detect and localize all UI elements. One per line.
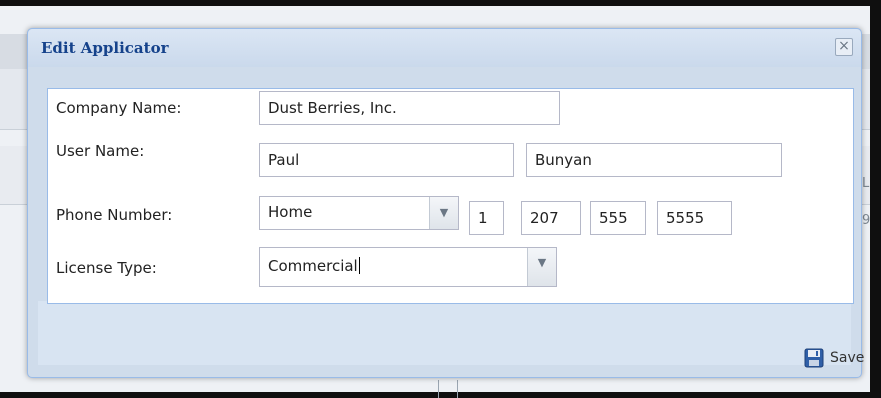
company-name-value: Dust Berries, Inc. xyxy=(268,99,397,117)
phone-country-code-input[interactable]: 1 xyxy=(469,201,504,235)
dialog-footer xyxy=(38,301,851,365)
phone-area-code-value: 207 xyxy=(530,209,559,227)
user-name-label: User Name: xyxy=(56,142,145,160)
company-name-label: Company Name: xyxy=(56,99,182,117)
phone-number-label: Phone Number: xyxy=(56,206,173,224)
background-text-fragment: L xyxy=(862,176,870,191)
phone-type-select[interactable]: Home ▼ xyxy=(259,196,459,230)
first-name-value: Paul xyxy=(268,151,300,169)
last-name-value: Bunyan xyxy=(535,151,592,169)
save-button[interactable]: Save xyxy=(804,347,864,369)
floppy-disk-icon xyxy=(804,348,824,368)
dialog-titlebar[interactable]: Edit Applicator × xyxy=(28,29,861,67)
first-name-input[interactable]: Paul xyxy=(259,143,514,177)
phone-prefix-input[interactable]: 555 xyxy=(590,201,646,235)
background-text-fragment: 9 xyxy=(862,213,871,228)
license-type-select[interactable]: Commercial ▼ xyxy=(259,247,557,287)
edit-applicator-dialog: Edit Applicator × Company Name: Dust Ber… xyxy=(27,28,864,378)
close-button[interactable]: × xyxy=(835,38,853,56)
phone-line-input[interactable]: 5555 xyxy=(657,201,732,235)
phone-type-value: Home xyxy=(268,203,313,221)
chevron-down-icon[interactable]: ▼ xyxy=(429,197,458,229)
close-icon: × xyxy=(838,38,850,54)
background-column-divider xyxy=(438,380,458,398)
chevron-down-icon[interactable]: ▼ xyxy=(527,248,556,286)
text-cursor xyxy=(358,257,360,274)
phone-line-value: 5555 xyxy=(666,209,705,227)
last-name-input[interactable]: Bunyan xyxy=(526,143,782,177)
company-name-input[interactable]: Dust Berries, Inc. xyxy=(259,91,560,125)
phone-prefix-value: 555 xyxy=(599,209,628,227)
license-type-value: Commercial xyxy=(268,257,358,275)
phone-country-code-value: 1 xyxy=(478,209,488,227)
phone-area-code-input[interactable]: 207 xyxy=(521,201,581,235)
license-type-label: License Type: xyxy=(56,259,157,277)
form-panel: Company Name: Dust Berries, Inc. User Na… xyxy=(47,88,854,304)
dialog-title: Edit Applicator xyxy=(41,39,169,57)
save-label: Save xyxy=(830,350,865,366)
